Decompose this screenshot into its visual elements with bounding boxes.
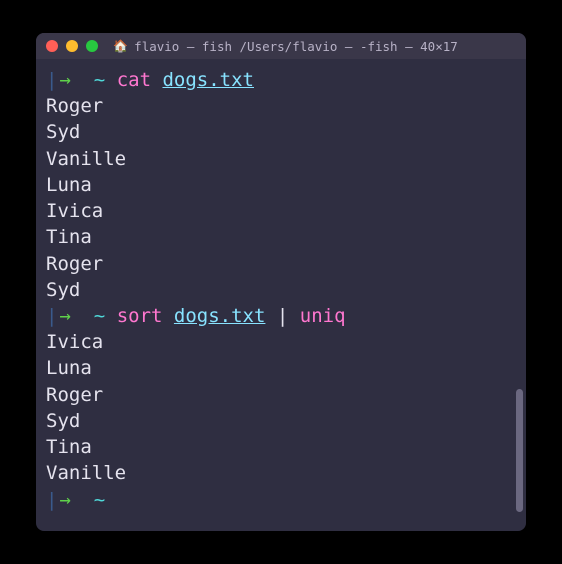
home-icon: 🏠 — [113, 39, 128, 53]
prompt-line: |→ ~ sort dogs.txt | uniq — [46, 303, 516, 329]
command-uniq: uniq — [300, 303, 346, 329]
title-wrap: 🏠 flavio — fish /Users/flavio — -fish — … — [55, 39, 516, 54]
prompt-bar: | — [46, 487, 57, 513]
prompt-cwd: ~ — [94, 303, 105, 329]
scrollbar-thumb[interactable] — [516, 389, 523, 512]
prompt-arrow-icon: → — [59, 67, 70, 93]
output-line: Roger — [46, 382, 516, 408]
output-line: Vanille — [46, 460, 516, 486]
prompt-line: |→ ~ cat dogs.txt — [46, 67, 516, 93]
output-line: Tina — [46, 224, 516, 250]
arg-file: dogs.txt — [162, 67, 254, 93]
prompt-bar: | — [46, 67, 57, 93]
prompt-arrow-icon: → — [59, 487, 70, 513]
command-sort: sort — [117, 303, 163, 329]
output-line: Syd — [46, 119, 516, 145]
output-line: Luna — [46, 355, 516, 381]
prompt-cwd: ~ — [94, 487, 105, 513]
output-line: Syd — [46, 277, 516, 303]
output-line: Roger — [46, 93, 516, 119]
terminal-body[interactable]: |→ ~ cat dogs.txt Roger Syd Vanille Luna… — [36, 59, 526, 531]
output-line: Ivica — [46, 329, 516, 355]
prompt-cwd: ~ — [94, 67, 105, 93]
prompt-arrow-icon: → — [59, 303, 70, 329]
output-line: Syd — [46, 408, 516, 434]
output-line: Roger — [46, 251, 516, 277]
output-line: Vanille — [46, 146, 516, 172]
output-line: Ivica — [46, 198, 516, 224]
window-title: flavio — fish /Users/flavio — -fish — 40… — [134, 39, 458, 54]
titlebar[interactable]: 🏠 flavio — fish /Users/flavio — -fish — … — [36, 33, 526, 59]
arg-file: dogs.txt — [174, 303, 266, 329]
command-cat: cat — [117, 67, 151, 93]
prompt-bar: | — [46, 303, 57, 329]
prompt-line: |→ ~ — [46, 487, 516, 513]
terminal-window: 🏠 flavio — fish /Users/flavio — -fish — … — [36, 33, 526, 531]
pipe-symbol: | — [277, 303, 288, 329]
output-line: Tina — [46, 434, 516, 460]
output-line: Luna — [46, 172, 516, 198]
